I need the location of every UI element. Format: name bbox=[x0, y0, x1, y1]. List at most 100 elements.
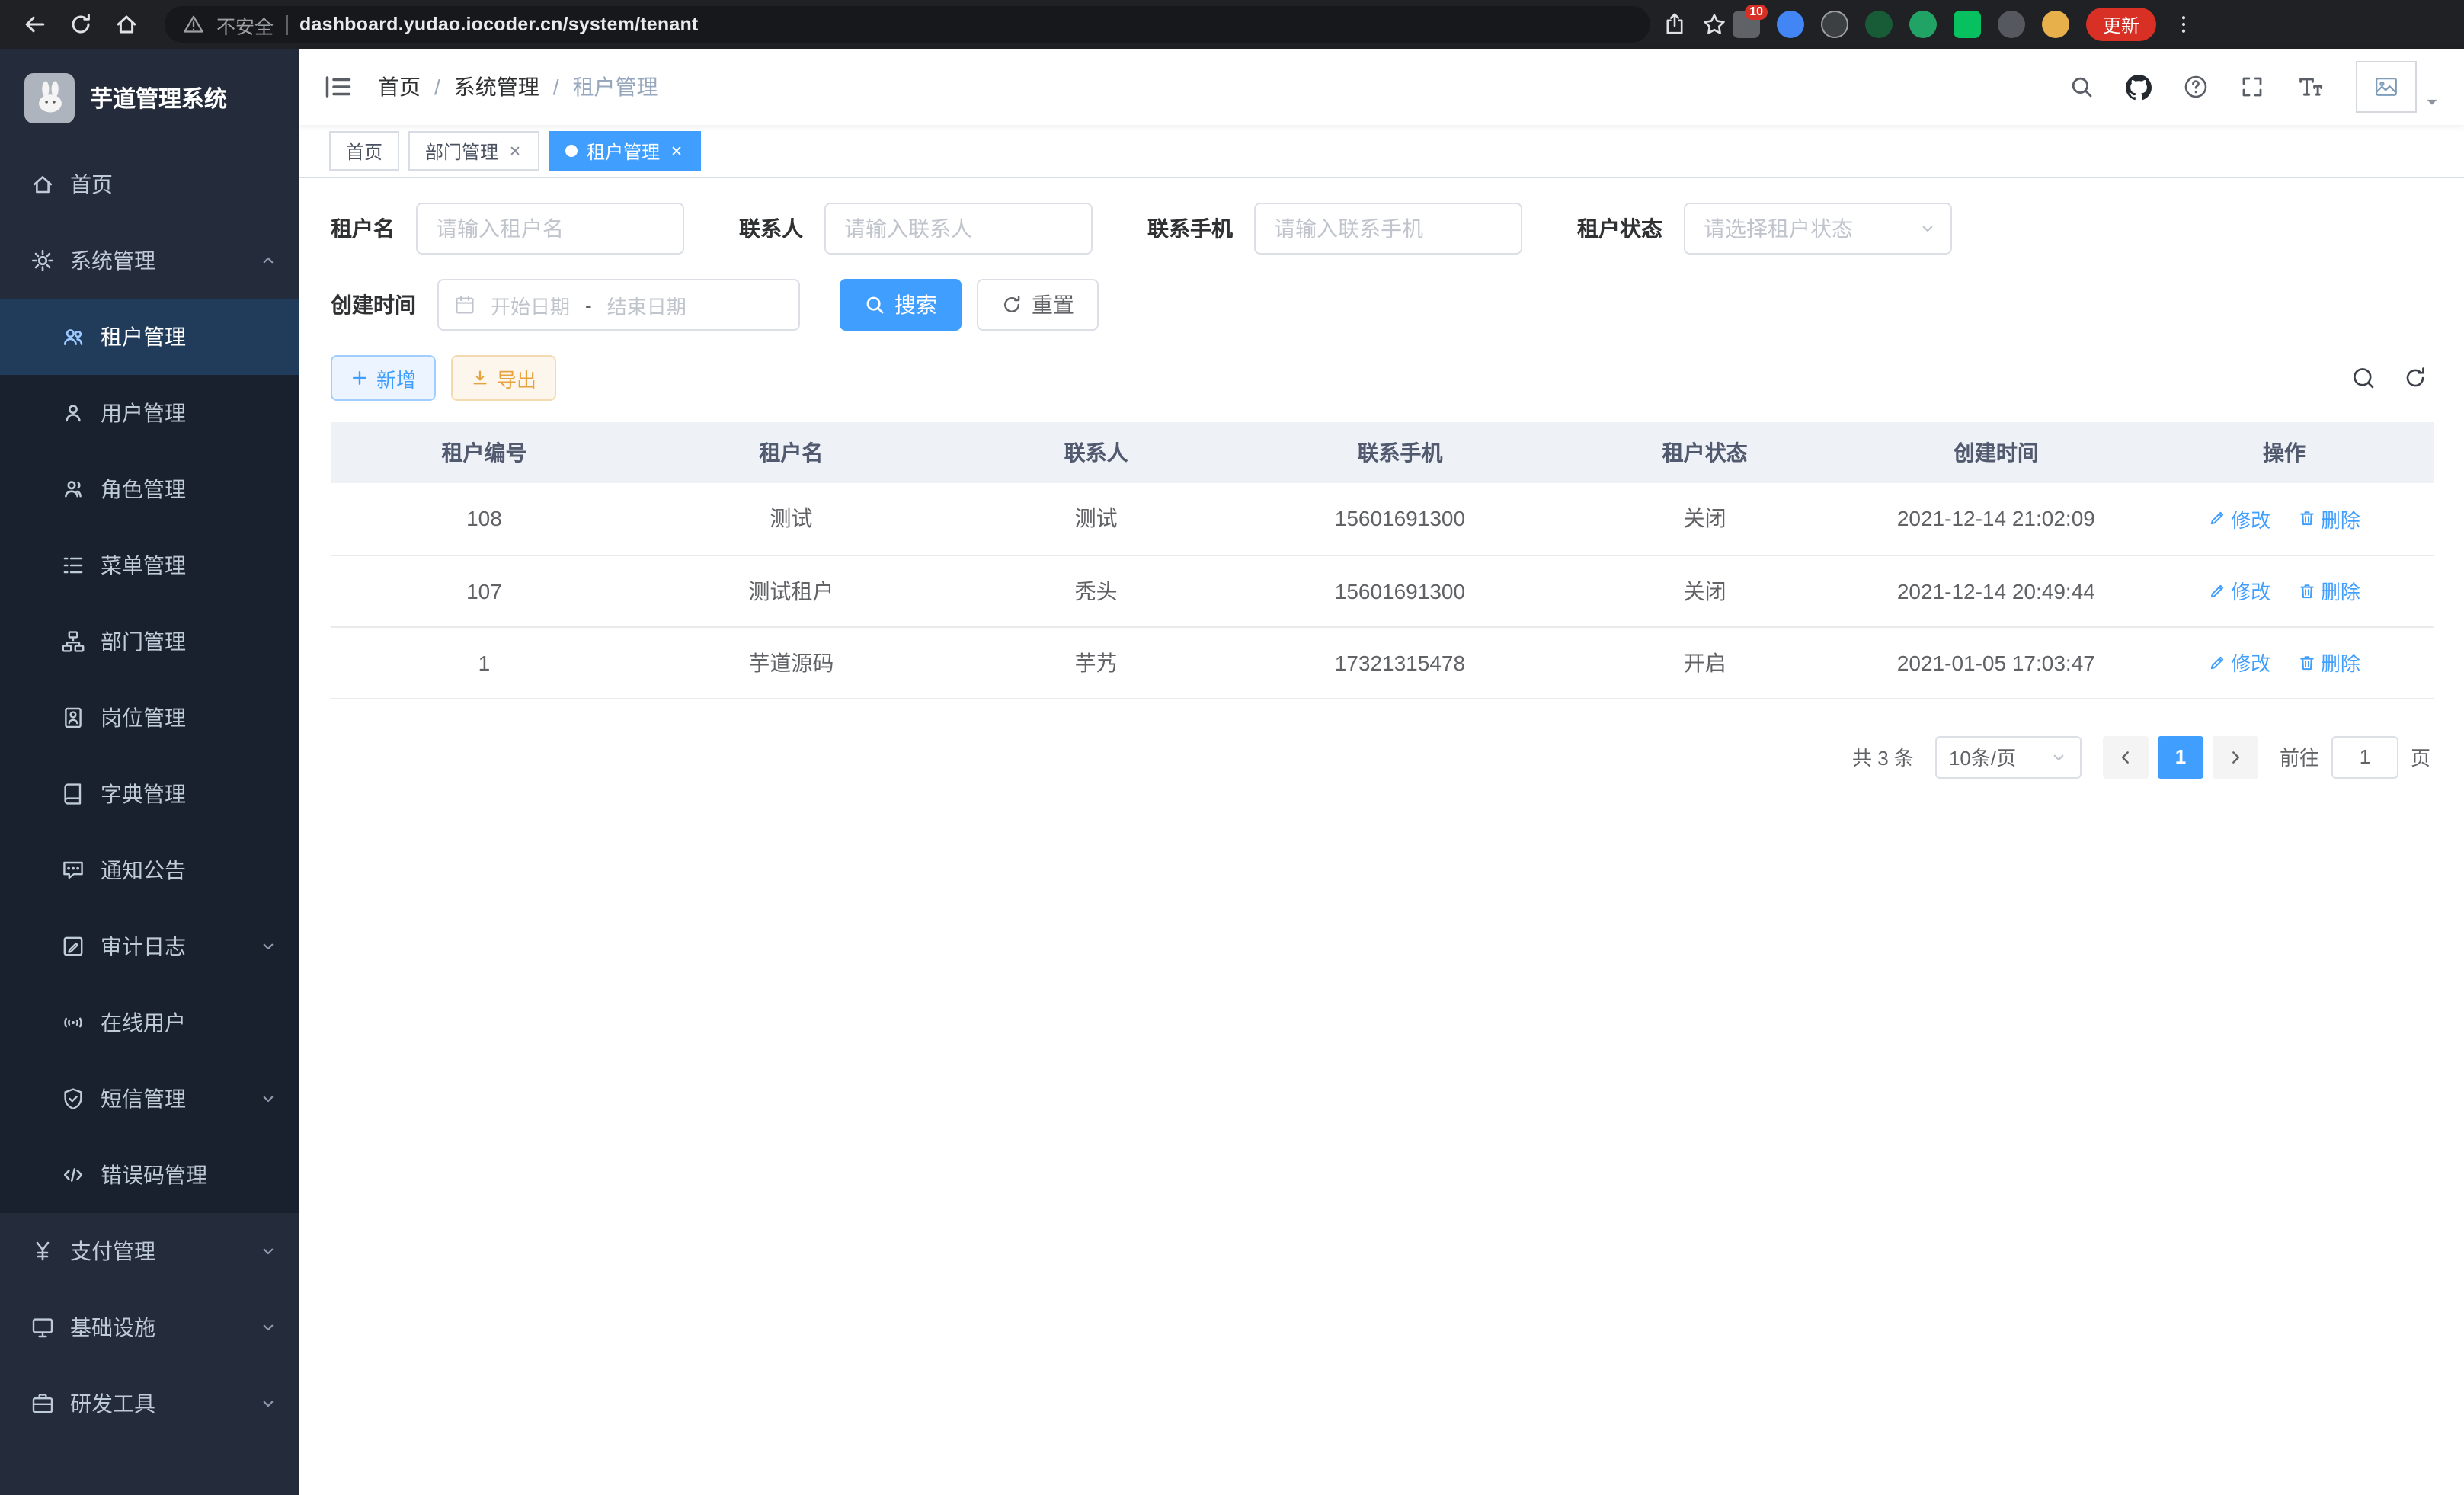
monitor-icon bbox=[30, 1315, 55, 1340]
url-bar[interactable]: 不安全 dashboard.yudao.iocoder.cn/system/te… bbox=[165, 6, 1650, 43]
sidebar-item-label: 菜单管理 bbox=[101, 550, 186, 581]
chevron-down-icon bbox=[259, 1090, 277, 1108]
tags-view-bar: 首页 部门管理 租户管理 bbox=[299, 125, 2464, 178]
close-icon[interactable] bbox=[669, 143, 684, 158]
tenant-name-input[interactable] bbox=[416, 203, 684, 255]
reload-icon bbox=[69, 12, 93, 37]
sidebar-item-dict[interactable]: 字典管理 bbox=[0, 756, 299, 832]
close-icon[interactable] bbox=[507, 143, 523, 158]
breadcrumb-current: 租户管理 bbox=[573, 72, 658, 102]
sidebar-item-notice[interactable]: 通知公告 bbox=[0, 832, 299, 908]
edit-button[interactable]: 修改 bbox=[2208, 504, 2270, 533]
sidebar-item-label: 基础设施 bbox=[70, 1312, 155, 1343]
reload-button[interactable] bbox=[61, 5, 101, 44]
browser-menu-button[interactable] bbox=[2173, 14, 2194, 35]
cell-actions: 修改 删除 bbox=[2135, 626, 2434, 698]
home-icon bbox=[114, 12, 139, 37]
extension-badge: 10 bbox=[1745, 5, 1768, 20]
user-menu[interactable] bbox=[2356, 61, 2440, 113]
font-size-button[interactable] bbox=[2296, 73, 2324, 101]
sidebar-item-home[interactable]: 首页 bbox=[0, 146, 299, 222]
reset-button[interactable]: 重置 bbox=[977, 279, 1099, 331]
sidebar-item-post[interactable]: 岗位管理 bbox=[0, 680, 299, 756]
header-search-button[interactable] bbox=[2069, 75, 2094, 99]
sidebar-toggle-button[interactable] bbox=[323, 72, 354, 102]
table-toolbar: 新增 导出 bbox=[331, 355, 2434, 401]
sidebar-item-tenant[interactable]: 租户管理 bbox=[0, 299, 299, 375]
col-header-contact: 联系人 bbox=[945, 422, 1247, 483]
puzzle-extension-icon[interactable] bbox=[1998, 11, 2025, 38]
sidebar-item-online-users[interactable]: 在线用户 bbox=[0, 984, 299, 1061]
contact-input[interactable] bbox=[824, 203, 1093, 255]
delete-button[interactable]: 删除 bbox=[2298, 576, 2360, 605]
goto-page-input[interactable] bbox=[2331, 735, 2398, 778]
sidebar-item-system[interactable]: 系统管理 bbox=[0, 222, 299, 299]
extension-icon[interactable] bbox=[1909, 11, 1937, 38]
sidebar-item-sms[interactable]: 短信管理 bbox=[0, 1061, 299, 1137]
fold-menu-icon bbox=[323, 72, 354, 102]
plus-icon bbox=[350, 369, 369, 387]
cell-created: 2021-12-14 20:49:44 bbox=[1858, 555, 2135, 626]
sidebar-item-payment[interactable]: 支付管理 bbox=[0, 1213, 299, 1289]
breadcrumb-item[interactable]: 系统管理 bbox=[454, 72, 539, 102]
edit-button[interactable]: 修改 bbox=[2208, 648, 2270, 677]
delete-button[interactable]: 删除 bbox=[2298, 504, 2360, 533]
breadcrumb-item[interactable]: 首页 bbox=[378, 72, 421, 102]
profile-avatar-icon[interactable] bbox=[2042, 11, 2069, 38]
sidebar-item-label: 岗位管理 bbox=[101, 703, 186, 733]
add-button[interactable]: 新增 bbox=[331, 355, 436, 401]
breadcrumb-separator: / bbox=[434, 75, 440, 99]
edit-button[interactable]: 修改 bbox=[2208, 576, 2270, 605]
extension-icon[interactable] bbox=[1865, 11, 1893, 38]
show-search-toggle-button[interactable] bbox=[2351, 366, 2376, 390]
github-link[interactable] bbox=[2126, 74, 2152, 100]
trash-icon bbox=[2298, 510, 2316, 528]
extension-icon[interactable] bbox=[1954, 11, 1981, 38]
sidebar-item-dept[interactable]: 部门管理 bbox=[0, 603, 299, 680]
sidebar-item-user[interactable]: 用户管理 bbox=[0, 375, 299, 451]
browser-update-button[interactable]: 更新 bbox=[2086, 8, 2156, 41]
back-button[interactable] bbox=[15, 5, 55, 44]
help-button[interactable] bbox=[2184, 75, 2208, 99]
pagination: 共 3 条 10条/页 1 bbox=[331, 735, 2434, 778]
sidebar-item-label: 研发工具 bbox=[70, 1388, 155, 1419]
status-select[interactable]: 请选择租户状态 bbox=[1684, 203, 1952, 255]
sidebar-item-devtools[interactable]: 研发工具 bbox=[0, 1365, 299, 1442]
sidebar-item-error-code[interactable]: 错误码管理 bbox=[0, 1137, 299, 1213]
tab-dept[interactable]: 部门管理 bbox=[408, 131, 539, 171]
contact-label: 联系人 bbox=[739, 213, 803, 244]
sidebar-item-infra[interactable]: 基础设施 bbox=[0, 1289, 299, 1365]
app-logo[interactable]: 芋道管理系统 bbox=[0, 49, 299, 146]
delete-button[interactable]: 删除 bbox=[2298, 648, 2360, 677]
phone-input[interactable] bbox=[1254, 203, 1522, 255]
home-button[interactable] bbox=[107, 5, 146, 44]
question-circle-icon bbox=[2184, 75, 2208, 99]
dictionary-icon bbox=[61, 782, 85, 806]
table-row: 1 芋道源码 芋艿 17321315478 开启 2021-01-05 17:0… bbox=[331, 626, 2434, 698]
sidebar-item-audit-log[interactable]: 审计日志 bbox=[0, 908, 299, 984]
extension-icon[interactable]: 10 bbox=[1733, 11, 1760, 38]
create-time-label: 创建时间 bbox=[331, 290, 416, 320]
next-page-button[interactable] bbox=[2213, 735, 2258, 778]
page-size-select[interactable]: 10条/页 bbox=[1935, 735, 2082, 778]
extension-icon[interactable] bbox=[1821, 11, 1848, 38]
refresh-table-button[interactable] bbox=[2403, 366, 2427, 390]
cell-contact: 测试 bbox=[945, 483, 1247, 555]
menus-icon bbox=[61, 553, 85, 578]
sidebar-item-role[interactable]: 角色管理 bbox=[0, 451, 299, 527]
bookmark-button[interactable] bbox=[1702, 12, 1726, 37]
share-button[interactable] bbox=[1662, 12, 1687, 37]
breadcrumb-separator: / bbox=[553, 75, 559, 99]
sidebar-item-menu[interactable]: 菜单管理 bbox=[0, 527, 299, 603]
prev-page-button[interactable] bbox=[2103, 735, 2149, 778]
extension-icon[interactable] bbox=[1777, 11, 1804, 38]
export-button[interactable]: 导出 bbox=[451, 355, 556, 401]
tab-home[interactable]: 首页 bbox=[329, 131, 399, 171]
create-time-range-picker[interactable]: 开始日期 - 结束日期 bbox=[437, 279, 800, 331]
fullscreen-button[interactable] bbox=[2240, 75, 2264, 99]
search-button[interactable]: 搜索 bbox=[840, 279, 962, 331]
page-number-button[interactable]: 1 bbox=[2158, 735, 2203, 778]
tab-tenant[interactable]: 租户管理 bbox=[549, 131, 701, 171]
cell-actions: 修改 删除 bbox=[2135, 555, 2434, 626]
col-header-status: 租户状态 bbox=[1553, 422, 1858, 483]
